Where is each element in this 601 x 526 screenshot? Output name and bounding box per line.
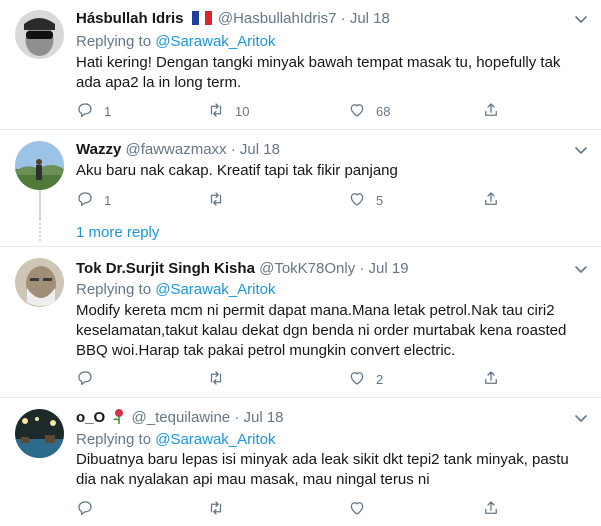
tweet-header: Wazzy @fawwazmaxx · Jul 18 bbox=[76, 140, 280, 160]
tweet-actions bbox=[76, 499, 506, 519]
avatar[interactable] bbox=[15, 409, 64, 458]
reply-button[interactable]: 1 bbox=[76, 101, 111, 121]
tweet-actions: 1 5 bbox=[76, 190, 506, 210]
tweet-1[interactable]: Hásbullah Idris @HasbullahIdris7 · Jul 1… bbox=[0, 0, 601, 130]
replying-to-link[interactable]: @Sarawak_Aritok bbox=[155, 33, 275, 50]
author-handle[interactable]: @HasbullahIdris7 bbox=[218, 10, 337, 27]
tweet-header: Tok Dr.Surjit Singh Kisha @TokK78Only · … bbox=[76, 259, 409, 279]
share-button[interactable] bbox=[482, 101, 500, 121]
avatar[interactable] bbox=[15, 258, 64, 307]
share-icon bbox=[482, 101, 500, 122]
replying-to-label: Replying to bbox=[76, 281, 152, 298]
retweet-icon bbox=[207, 101, 225, 122]
retweet-icon bbox=[207, 369, 225, 390]
reply-icon bbox=[76, 101, 94, 122]
tweet-date[interactable]: Jul 18 bbox=[244, 409, 284, 426]
like-icon bbox=[348, 190, 366, 211]
share-button[interactable] bbox=[482, 369, 500, 389]
tweet-text: Dibuatnya baru lepas isi minyak ada leak… bbox=[76, 451, 569, 488]
show-more-replies[interactable]: 1 more reply bbox=[0, 217, 601, 247]
chevron-down-icon[interactable] bbox=[573, 410, 589, 426]
france-flag-icon bbox=[191, 11, 212, 31]
more-replies-link[interactable]: 1 more reply bbox=[76, 223, 159, 243]
like-button[interactable]: 2 bbox=[348, 369, 383, 389]
like-count: 5 bbox=[376, 192, 384, 208]
author-name[interactable]: Hásbullah Idris bbox=[76, 10, 184, 27]
replying-to-link[interactable]: @Sarawak_Aritok bbox=[155, 281, 275, 298]
rose-emoji-icon bbox=[113, 408, 125, 430]
reply-button[interactable] bbox=[76, 369, 104, 389]
tweet-header: Hásbullah Idris @HasbullahIdris7 · Jul 1… bbox=[76, 9, 390, 29]
retweet-button[interactable] bbox=[207, 369, 235, 389]
tweet-text: Aku baru nak cakap. Kreatif tapi tak fik… bbox=[76, 162, 398, 179]
retweet-icon bbox=[207, 190, 225, 211]
chevron-down-icon[interactable] bbox=[573, 11, 589, 27]
share-button[interactable] bbox=[482, 190, 500, 210]
author-name[interactable]: Tok Dr.Surjit Singh Kisha bbox=[76, 260, 255, 277]
tweet-actions: 2 bbox=[76, 369, 506, 389]
separator-dot: · bbox=[230, 141, 236, 158]
like-icon bbox=[348, 499, 366, 520]
replying-to-label: Replying to bbox=[76, 33, 152, 50]
tweet-date[interactable]: Jul 18 bbox=[240, 141, 280, 158]
author-name[interactable]: o_O bbox=[76, 409, 105, 426]
replying-to: Replying to @Sarawak_Aritok bbox=[76, 32, 276, 52]
reply-icon bbox=[76, 369, 94, 390]
reply-icon bbox=[76, 499, 94, 520]
tweet-date[interactable]: Jul 18 bbox=[350, 10, 390, 27]
avatar[interactable] bbox=[15, 10, 64, 59]
like-icon bbox=[348, 101, 366, 122]
reply-button[interactable] bbox=[76, 499, 104, 519]
tweet-4[interactable]: o_O @_tequilawine · Jul 18 Replying to @… bbox=[0, 399, 601, 526]
like-count: 68 bbox=[376, 103, 391, 119]
replying-to-link[interactable]: @Sarawak_Aritok bbox=[155, 431, 275, 448]
share-button[interactable] bbox=[482, 499, 500, 519]
share-icon bbox=[482, 499, 500, 520]
tweet-3[interactable]: Tok Dr.Surjit Singh Kisha @TokK78Only · … bbox=[0, 248, 601, 398]
thread-dots bbox=[39, 219, 41, 241]
reply-icon bbox=[76, 190, 94, 211]
share-icon bbox=[482, 369, 500, 390]
replying-to-label: Replying to bbox=[76, 431, 152, 448]
tweet-2[interactable]: Wazzy @fawwazmaxx · Jul 18 Aku baru nak … bbox=[0, 131, 601, 219]
tweet-text: Modify kereta mcm ni permit dapat mana.M… bbox=[76, 302, 567, 359]
retweet-button[interactable] bbox=[207, 190, 235, 210]
like-button[interactable] bbox=[348, 499, 376, 519]
chevron-down-icon[interactable] bbox=[573, 142, 589, 158]
retweet-count: 10 bbox=[235, 103, 250, 119]
replies-feed: Hásbullah Idris @HasbullahIdris7 · Jul 1… bbox=[0, 0, 601, 526]
reply-count: 1 bbox=[104, 103, 112, 119]
separator-dot: · bbox=[234, 409, 240, 426]
tweet-text: Hati kering! Dengan tangki minyak bawah … bbox=[76, 54, 561, 91]
share-icon bbox=[482, 190, 500, 211]
like-button[interactable]: 5 bbox=[348, 190, 383, 210]
avatar[interactable] bbox=[15, 141, 64, 190]
like-icon bbox=[348, 369, 366, 390]
retweet-button[interactable] bbox=[207, 499, 235, 519]
replying-to: Replying to @Sarawak_Aritok bbox=[76, 280, 276, 300]
author-handle[interactable]: @fawwazmaxx bbox=[125, 141, 226, 158]
tweet-actions: 1 10 68 bbox=[76, 101, 506, 121]
replying-to: Replying to @Sarawak_Aritok bbox=[76, 430, 276, 450]
like-count: 2 bbox=[376, 371, 384, 387]
retweet-button[interactable]: 10 bbox=[207, 101, 249, 121]
separator-dot: · bbox=[340, 10, 346, 27]
like-button[interactable]: 68 bbox=[348, 101, 390, 121]
reply-button[interactable]: 1 bbox=[76, 190, 111, 210]
separator-dot: · bbox=[359, 260, 365, 277]
thread-line bbox=[39, 189, 41, 219]
tweet-date[interactable]: Jul 19 bbox=[369, 260, 409, 277]
author-handle[interactable]: @_tequilawine bbox=[132, 409, 231, 426]
tweet-header: o_O @_tequilawine · Jul 18 bbox=[76, 408, 284, 428]
chevron-down-icon[interactable] bbox=[573, 261, 589, 277]
reply-count: 1 bbox=[104, 192, 112, 208]
author-name[interactable]: Wazzy bbox=[76, 141, 121, 158]
author-handle[interactable]: @TokK78Only bbox=[259, 260, 355, 277]
retweet-icon bbox=[207, 499, 225, 520]
